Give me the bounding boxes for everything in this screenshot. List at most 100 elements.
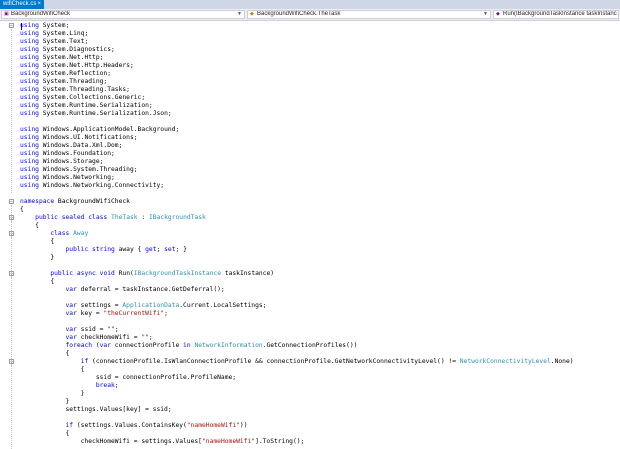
code-line[interactable]: using Windows.Storage; [20, 158, 103, 166]
code-line[interactable]: checkHomeWifi = settings.Values["nameHom… [20, 438, 305, 446]
code-token: using [20, 22, 39, 29]
code-line[interactable]: using System.Reflection; [20, 70, 111, 78]
code-line[interactable]: public async void Run(IBackgroundTaskIns… [20, 270, 274, 278]
code-line[interactable]: using System; [20, 22, 69, 30]
code-token: checkHomeWifi = settings.Values[ [20, 438, 202, 445]
code-token: public [50, 270, 74, 277]
code-line[interactable]: } [20, 390, 85, 398]
code-token: System.Reflection; [38, 70, 111, 77]
code-line[interactable]: public string away { get; set; } [20, 246, 187, 254]
close-icon[interactable]: × [37, 0, 41, 9]
code-token: NetworkConnectivityLevel [459, 358, 551, 365]
code-line[interactable]: using System.Threading; [20, 78, 107, 86]
code-line[interactable]: using System.Diagnostics; [20, 46, 115, 54]
code-token: System.Diagnostics; [38, 46, 115, 53]
outline-guide [11, 277, 12, 449]
code-token: using [20, 110, 39, 117]
code-line[interactable]: using System.Linq; [20, 30, 88, 38]
code-token: using [20, 54, 39, 61]
code-token: public [35, 214, 58, 221]
code-token: "" [141, 334, 149, 341]
code-token: break [95, 382, 115, 389]
code-line[interactable]: using System.Runtime.Serialization; [20, 102, 153, 110]
code-token: if [65, 422, 74, 429]
minus-box-icon[interactable]: − [9, 23, 14, 29]
code-token: { [20, 430, 70, 437]
code-line[interactable]: var settings = ApplicationData.Current.L… [20, 302, 267, 310]
code-line[interactable]: break; [20, 382, 119, 390]
code-line[interactable]: { [20, 350, 69, 358]
code-token: IBackgroundTaskInstance [133, 270, 221, 277]
code-token: using [20, 182, 39, 189]
code-line[interactable]: using System.Text; [20, 38, 88, 46]
code-line[interactable]: using Windows.Networking.Connectivity; [20, 182, 164, 190]
code-token: ssid = [76, 326, 108, 333]
code-token: .None) [550, 358, 574, 365]
code-token: Windows.ApplicationModel.Background; [38, 126, 180, 133]
code-token: IBackgroundTask [148, 214, 206, 221]
code-line[interactable]: using System.Threading.Tasks; [20, 86, 130, 94]
code-line[interactable]: } [20, 254, 54, 262]
code-line[interactable]: var ssid = ""; [20, 326, 119, 334]
code-line[interactable]: using System.Net.Http; [20, 54, 103, 62]
code-token: settings.Values[key] = ssid; [20, 406, 172, 413]
navigation-bar: ▣ BackgroundWifiCheck ▼ ◆ BackgroundWifi… [0, 9, 620, 21]
code-token: Windows.System.Threading; [38, 166, 138, 173]
code-token: ].ToString(); [255, 438, 305, 445]
code-line[interactable]: { [20, 430, 69, 438]
code-token: System.Text; [38, 38, 89, 45]
type-dropdown[interactable]: ◆ BackgroundWifiCheck.TheTask ▼ [247, 10, 491, 19]
code-line[interactable]: using Windows.Data.Xml.Dom; [20, 142, 122, 150]
code-line[interactable]: foreach (var connectionProfile in Networ… [20, 342, 358, 350]
code-token: var [65, 326, 77, 333]
code-line[interactable]: ssid = connectionProfile.ProfileName; [20, 374, 236, 382]
code-line[interactable]: var deferral = taskInstance.GetDeferral(… [20, 286, 225, 294]
code-line[interactable]: if (connectionProfile.IsWlanConnectionPr… [20, 358, 574, 366]
class-icon: ▣ [4, 11, 9, 17]
tab-wificheck[interactable]: wifiCheck.cs × [0, 0, 44, 9]
code-line[interactable]: class Away [20, 230, 88, 238]
code-line[interactable]: using System.Net.Http.Headers; [20, 62, 134, 70]
code-token: "nameHomeWifi" [201, 438, 256, 445]
code-token: "nameHomeWifi" [186, 422, 240, 429]
project-dropdown[interactable]: ▣ BackgroundWifiCheck ▼ [1, 10, 245, 19]
method-icon: ◆ [496, 11, 500, 17]
code-line[interactable]: if (settings.Values.ContainsKey("nameHom… [20, 422, 248, 430]
code-token: var [65, 302, 77, 309]
code-line[interactable]: using Windows.ApplicationModel.Backgroun… [20, 126, 179, 134]
code-line[interactable]: } [20, 398, 69, 406]
code-line[interactable]: var checkHomeWifi = ""; [20, 334, 153, 342]
chevron-down-icon: ▼ [483, 11, 488, 17]
code-line[interactable]: public sealed class TheTask : IBackgroun… [20, 214, 206, 222]
code-token: ; } [175, 246, 187, 253]
code-line[interactable]: using Windows.UI.Notifications; [20, 134, 138, 142]
member-dropdown[interactable]: ◆ Run(IBackgroundTaskInstance taskInstan… [493, 10, 619, 19]
code-token: void [99, 270, 115, 277]
code-line[interactable]: var key = "theCurrentWifi"; [20, 310, 168, 318]
code-line[interactable]: { [20, 278, 54, 286]
minus-box-icon[interactable]: − [9, 199, 14, 205]
code-editor[interactable]: − − − − − − using System; using System.Li… [0, 21, 620, 449]
code-token: connectionProfile [111, 342, 184, 349]
code-line[interactable]: using Windows.Foundation; [20, 150, 115, 158]
code-token: set [164, 246, 176, 253]
code-line[interactable]: { [20, 366, 85, 374]
code-line[interactable]: using Windows.System.Threading; [20, 166, 138, 174]
code-line[interactable]: using System.Runtime.Serialization.Json; [20, 110, 172, 118]
code-line[interactable]: { [20, 222, 39, 230]
code-line[interactable]: using Windows.Networking; [20, 174, 115, 182]
code-line[interactable]: { [20, 206, 24, 214]
code-token: using [20, 94, 39, 101]
code-token: using [20, 30, 39, 37]
code-line[interactable]: namespace BackgroundWifiCheck [20, 198, 130, 206]
code-line[interactable]: { [20, 238, 54, 246]
code-token: settings = [76, 302, 123, 309]
code-token: : [137, 214, 149, 221]
code-line[interactable]: settings.Values[key] = ssid; [20, 406, 172, 414]
code-line[interactable]: using System.Collections.Generic; [20, 94, 145, 102]
chevron-down-icon: ▼ [237, 11, 242, 17]
code-token: namespace [20, 198, 55, 205]
